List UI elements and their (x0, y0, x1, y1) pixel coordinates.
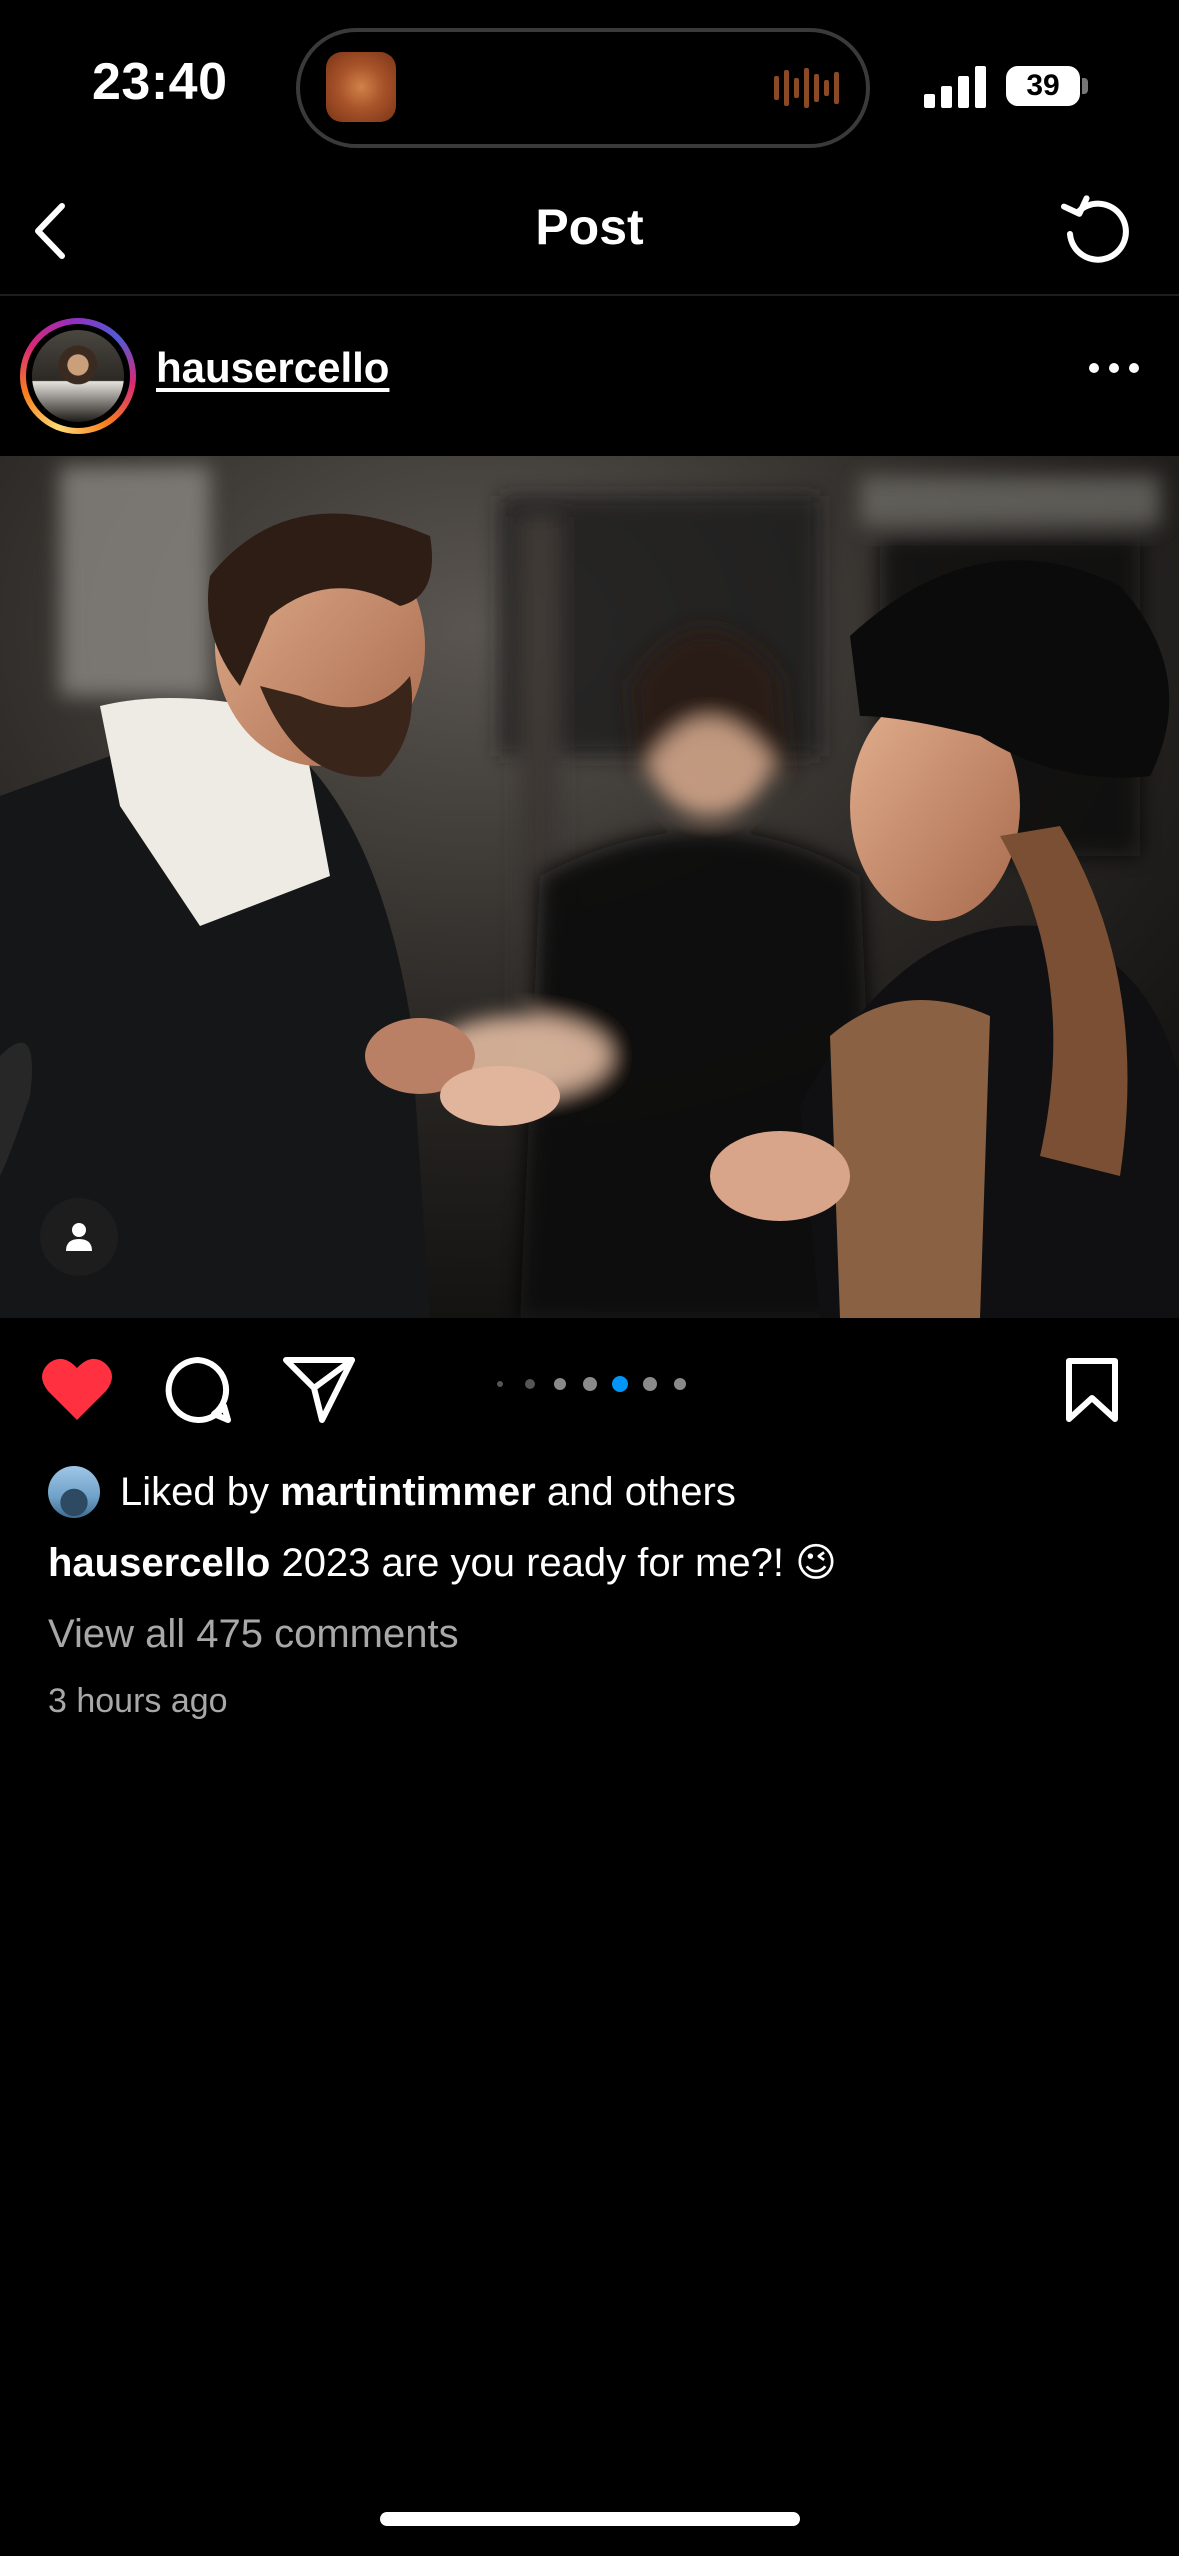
post-author-username[interactable]: hausercello (156, 344, 389, 392)
likes-summary[interactable]: Liked by martintimmer and others (48, 1464, 736, 1520)
post-caption: hausercello 2023 are you ready for me?! … (48, 1540, 837, 1586)
cellular-signal-icon (924, 66, 986, 108)
comment-icon[interactable] (162, 1354, 234, 1426)
carousel-dot (554, 1378, 566, 1390)
carousel-dot (583, 1377, 597, 1391)
battery-level: 39 (1026, 69, 1060, 102)
story-ring-avatar[interactable] (20, 318, 136, 434)
battery-tip (1082, 78, 1088, 94)
caption-username[interactable]: hausercello (48, 1541, 270, 1585)
avatar (32, 330, 124, 422)
status-time: 23:40 (92, 53, 228, 111)
tagged-people-button[interactable] (40, 1198, 118, 1276)
likes-suffix[interactable]: and others (536, 1470, 736, 1514)
carousel-indicator (497, 1376, 686, 1392)
post-photo-illustration (0, 456, 1179, 1318)
now-playing-artwork[interactable] (326, 52, 396, 122)
post-photo[interactable] (0, 456, 1179, 1318)
caption-text: 2023 are you ready for me?! 😉 (270, 1541, 837, 1585)
bookmark-icon[interactable] (1064, 1356, 1120, 1424)
liker-avatar (48, 1466, 100, 1518)
carousel-dot (497, 1381, 503, 1387)
view-all-comments-link[interactable]: View all 475 comments (48, 1612, 459, 1657)
carousel-dot-active (612, 1376, 628, 1392)
page-title: Post (535, 199, 644, 255)
carousel-dot (643, 1377, 657, 1391)
battery-indicator: 39 (1006, 66, 1080, 106)
carousel-dot (674, 1378, 686, 1390)
audio-waveform-icon (774, 68, 839, 108)
post-timestamp: 3 hours ago (48, 1682, 228, 1720)
header-divider (0, 294, 1179, 296)
liked-by-username[interactable]: martintimmer (280, 1470, 536, 1514)
refresh-icon[interactable] (1056, 190, 1136, 270)
carousel-dot (525, 1379, 535, 1389)
more-options-icon[interactable] (1084, 358, 1144, 378)
home-indicator[interactable] (380, 2512, 800, 2526)
share-icon[interactable] (282, 1354, 356, 1426)
likes-prefix: Liked by (120, 1469, 281, 1514)
person-icon (66, 1223, 92, 1251)
heart-filled-icon[interactable] (40, 1356, 114, 1422)
